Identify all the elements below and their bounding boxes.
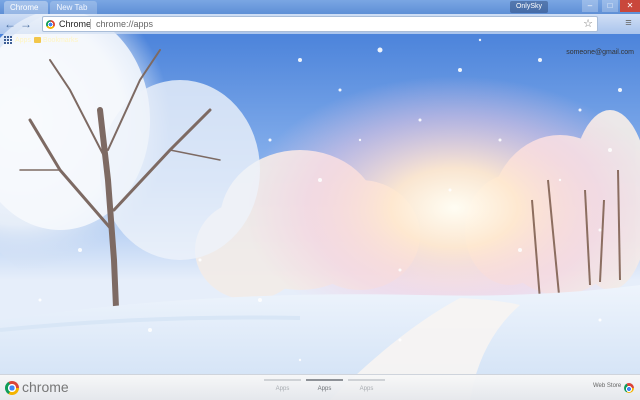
winter-wallpaper (0, 0, 640, 400)
chrome-wordmark: chrome (22, 379, 69, 395)
bookmark-apps[interactable]: Apps (4, 34, 31, 46)
apps-grid-icon (4, 36, 12, 44)
menu-icon[interactable]: ≡ (623, 18, 634, 29)
profile-badge[interactable]: OnlySky (509, 1, 548, 13)
bookmark-item-label: Bookmarks (43, 36, 79, 44)
bookmarks-bar: Apps Bookmarks (0, 34, 640, 46)
tab-strip: Chrome New Tab (4, 1, 99, 14)
page-tab-indicator (264, 379, 301, 381)
close-button[interactable]: ✕ (620, 0, 640, 12)
page-tab-1[interactable]: Apps (264, 379, 301, 392)
site-chip-label: Chrome (59, 19, 92, 29)
page-switcher: Apps Apps Apps (264, 379, 390, 392)
back-button[interactable]: ← (4, 17, 16, 31)
page-tab-3[interactable]: Apps (348, 379, 385, 392)
apps-bottom-bar: chrome Apps Apps Apps Web Store (0, 374, 640, 400)
arrow-left-icon: ← (4, 17, 16, 31)
bookmark-apps-label: Apps (15, 36, 31, 44)
title-bar: Chrome New Tab OnlySky – □ ✕ (0, 0, 640, 14)
page-tab-label: Apps (275, 386, 290, 392)
page-tab-indicator (306, 379, 343, 381)
bookmark-item[interactable]: Bookmarks (34, 34, 78, 46)
web-store-link[interactable]: Web Store (593, 383, 621, 389)
web-store-icon[interactable] (624, 383, 634, 393)
star-icon[interactable]: ☆ (583, 17, 593, 30)
tab-chrome[interactable]: Chrome (4, 1, 49, 14)
chrome-logo-icon (5, 381, 19, 395)
folder-icon (34, 37, 41, 43)
omnibox-divider (90, 19, 91, 29)
omnibox[interactable]: Chrome chrome://apps ☆ (42, 16, 598, 32)
url-text[interactable]: chrome://apps (96, 19, 153, 29)
account-email[interactable]: someone@gmail.com (566, 49, 634, 56)
page-tab-indicator (348, 379, 385, 381)
arrow-right-icon: → (20, 17, 32, 31)
maximize-button[interactable]: □ (602, 0, 618, 12)
forward-button[interactable]: → (20, 17, 32, 31)
browser-toolbar: ← → Chrome chrome://apps ☆ ≡ (0, 14, 640, 34)
tab-new-tab[interactable]: New Tab (50, 1, 98, 14)
page-tab-label: Apps (317, 386, 332, 392)
page-tab-label: Apps (359, 386, 374, 392)
chrome-site-icon (46, 20, 55, 29)
minimize-button[interactable]: – (582, 0, 598, 12)
page-tab-2[interactable]: Apps (306, 379, 343, 392)
